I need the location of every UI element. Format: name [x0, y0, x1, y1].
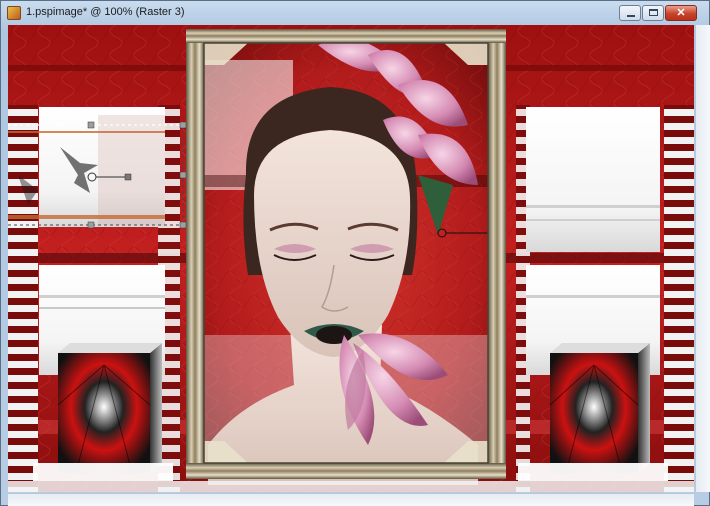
- close-icon: ✕: [676, 7, 686, 19]
- vertical-scrollbar[interactable]: [695, 25, 710, 492]
- left-stripes: [8, 105, 38, 492]
- right-stripes: [664, 105, 694, 492]
- minimize-button[interactable]: [619, 5, 641, 21]
- close-button[interactable]: ✕: [665, 5, 697, 21]
- artwork: [8, 25, 694, 492]
- title-bar[interactable]: 1.pspimage* @ 100% (Raster 3) ✕: [1, 1, 709, 25]
- horizontal-scrollbar[interactable]: [8, 493, 694, 506]
- document-window: 1.pspimage* @ 100% (Raster 3) ✕: [0, 0, 710, 506]
- minimize-icon: [627, 15, 635, 17]
- psp-document-icon: [7, 6, 21, 20]
- right-cube: [549, 343, 650, 473]
- window-title: 1.pspimage* @ 100% (Raster 3): [26, 6, 185, 18]
- left-cube: [57, 343, 162, 473]
- image-canvas[interactable]: [8, 25, 694, 492]
- transform-handle: [87, 121, 95, 129]
- maximize-button[interactable]: [642, 5, 664, 21]
- maximize-icon: [649, 9, 658, 16]
- right-top-panel: [526, 107, 660, 252]
